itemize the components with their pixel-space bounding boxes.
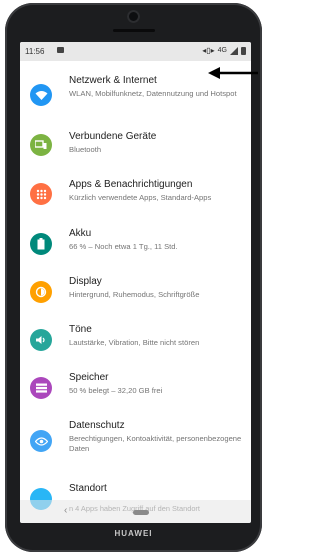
devices-icon [30,134,52,156]
setting-title: Display [69,276,102,287]
image-notification-icon [57,47,64,53]
setting-item-storage[interactable]: Speicher 50 % belegt – 32,20 GB frei [20,366,251,415]
device-brand-logo: HUAWEI [114,529,153,538]
setting-item-battery[interactable]: Akku 66 % – Noch etwa 1 Tg., 11 Std. [20,222,251,271]
setting-title: Apps & Benachrichtigungen [69,179,193,190]
setting-title: Datenschutz [69,420,125,431]
setting-item-devices[interactable]: Verbundene Geräte Bluetooth [20,126,251,175]
front-camera [127,10,140,23]
setting-title: Speicher [69,372,109,383]
setting-title: Netzwerk & Internet [69,75,157,86]
earpiece-speaker [113,29,155,32]
setting-subtitle: Berechtigungen, Kontoaktivität, personen… [69,434,242,453]
setting-subtitle: Hintergrund, Ruhemodus, Schriftgröße [69,290,200,299]
privacy-icon [30,430,52,452]
setting-subtitle: WLAN, Mobilfunknetz, Datennutzung und Ho… [69,89,237,98]
setting-subtitle: Kürzlich verwendete Apps, Standard-Apps [69,193,212,202]
battery-icon [30,233,52,255]
setting-title: Standort [69,483,107,494]
setting-title: Akku [69,228,92,239]
phone-frame: 11:56 ◂▯▸ 4G Netzwerk & Internet WLAN, M… [5,3,262,552]
status-bar: 11:56 ◂▯▸ 4G [20,42,251,61]
setting-item-privacy[interactable]: Datenschutz Berechtigungen, Kontoaktivit… [20,414,251,474]
signal-icon [230,46,238,55]
storage-icon [30,377,52,399]
battery-status-icon [241,46,246,55]
volume-icon [30,329,52,351]
vibrate-icon: ◂▯▸ [202,46,215,55]
annotation-arrow-icon [208,67,258,79]
back-nav-icon[interactable]: ‹ [64,505,67,516]
setting-title: Töne [69,324,92,335]
status-time: 11:56 [25,47,45,56]
home-gesture-pill[interactable] [133,510,149,515]
status-icons: ◂▯▸ 4G [202,46,246,55]
setting-item-apps[interactable]: Apps & Benachrichtigungen Kürzlich verwe… [20,174,251,223]
setting-title: Verbundene Geräte [69,131,157,142]
brightness-icon [30,281,52,303]
apps-icon [30,183,52,205]
setting-subtitle: Lautstärke, Vibration, Bitte nicht störe… [69,338,200,347]
setting-subtitle: Bluetooth [69,145,102,154]
network-type: 4G [217,47,227,54]
setting-item-sounds[interactable]: Töne Lautstärke, Vibration, Bitte nicht … [20,318,251,367]
screen: 11:56 ◂▯▸ 4G Netzwerk & Internet WLAN, M… [20,42,251,523]
setting-subtitle: 50 % belegt – 32,20 GB frei [69,386,163,395]
setting-subtitle: 66 % – Noch etwa 1 Tg., 11 Std. [69,242,178,251]
setting-item-display[interactable]: Display Hintergrund, Ruhemodus, Schriftg… [20,270,251,319]
wifi-icon [30,84,52,106]
